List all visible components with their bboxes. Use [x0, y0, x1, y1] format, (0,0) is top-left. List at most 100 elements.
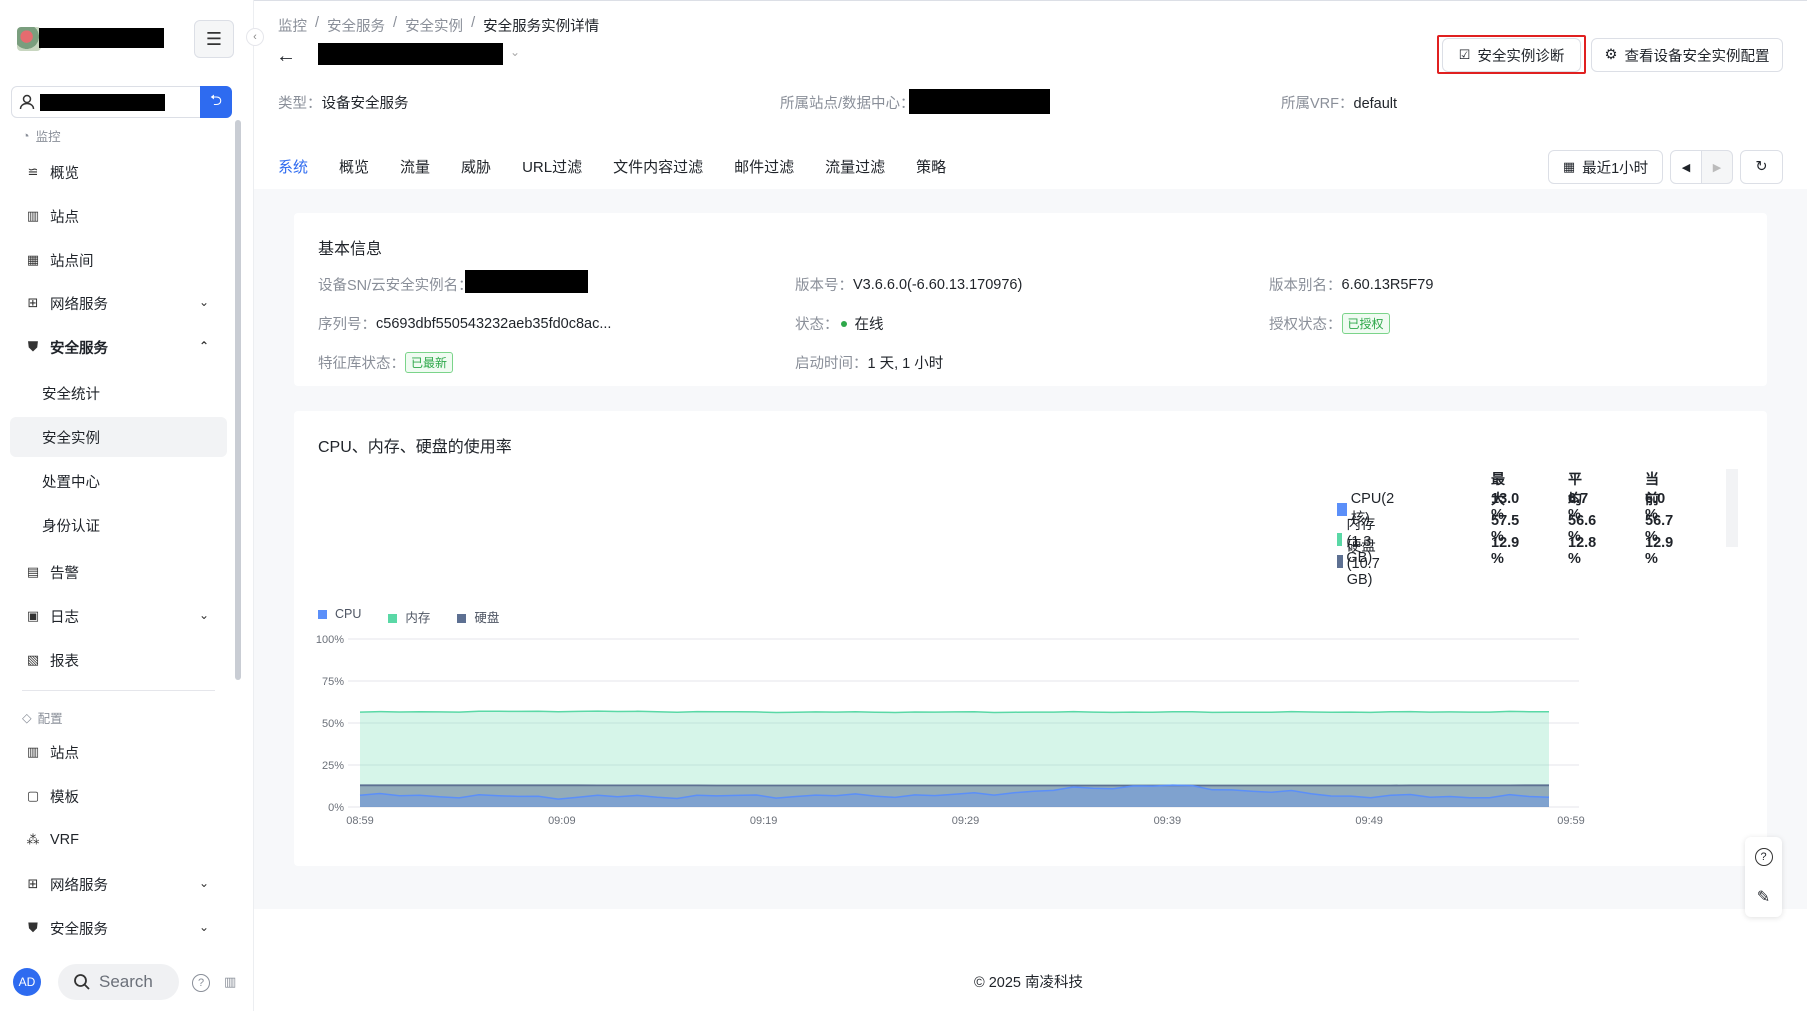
tab-threat[interactable]: 威胁	[461, 156, 491, 191]
nav-security-stats[interactable]: 安全统计	[10, 373, 227, 413]
alias-field: 版本别名： 6.60.13R5F79	[1269, 276, 1434, 295]
floating-toolbar: ? ✎	[1745, 837, 1782, 917]
tab-traffic[interactable]: 流量	[400, 156, 430, 191]
chevron-down-icon: ⌄	[198, 920, 209, 934]
tab-url-filter[interactable]: URL过滤	[522, 156, 582, 191]
tab-flow-filter[interactable]: 流量过滤	[825, 156, 885, 191]
y-tick-label: 25%	[322, 760, 344, 772]
nav-network-service[interactable]: ⊞ 网络服务 ⌄	[10, 283, 227, 323]
tab-overview[interactable]: 概览	[339, 156, 369, 191]
uptime-field: 启动时间： 1 天, 1 小时	[795, 356, 944, 372]
site-icon: ▥	[26, 208, 40, 223]
prev-time-button[interactable]: ◀	[1670, 150, 1702, 184]
serial-field: 序列号： c5693dbf550543232aeb35fd0c8ac...	[318, 315, 612, 334]
meta-vrf: 所属VRF：default	[1281, 96, 1398, 112]
highlight-box	[1437, 35, 1586, 74]
meta-site: 所属站点/数据中心：	[780, 96, 915, 112]
stats-row-disk: 硬盘(10.7 GB)	[1337, 535, 1387, 588]
disk-swatch	[1337, 555, 1343, 568]
refresh-icon: ↻	[1755, 159, 1768, 175]
help-icon[interactable]: ?	[1754, 847, 1773, 866]
breadcrumb-security-service[interactable]: 安全服务	[327, 15, 385, 36]
tab-mail-filter[interactable]: 邮件过滤	[734, 156, 794, 191]
section-config: ◇ 配置	[22, 711, 63, 726]
online-status-dot	[840, 320, 847, 327]
switch-icon: ⮌	[209, 91, 222, 109]
tab-system[interactable]: 系统	[278, 156, 309, 191]
usage-chart: 100% 75% 50% 25% 0%08:59 09:09 09:19 09:29 09:39…	[316, 634, 1585, 827]
usage-title: CPU、内存、硬盘的使用率	[318, 439, 512, 456]
view-config-button[interactable]: ⚙ 查看设备安全实例配置	[1591, 38, 1783, 72]
search-button[interactable]: Search	[58, 964, 179, 1000]
meta-type: 类型：设备安全服务	[278, 96, 409, 112]
tenant-selector[interactable]: ⮌	[11, 86, 232, 118]
sidebar-footer: AD Search ? ▥	[0, 952, 254, 1011]
avatar[interactable]: AD	[13, 968, 41, 996]
switch-tenant-button[interactable]: ⮌	[200, 86, 232, 118]
sidebar-scrollbar[interactable]	[235, 120, 241, 680]
nav-log[interactable]: ▣ 日志 ⌄	[10, 596, 227, 636]
nav-overview[interactable]: ≌ 概览	[10, 152, 227, 192]
time-range-button[interactable]: ▦ 最近1小时	[1548, 150, 1663, 184]
menu-toggle-button[interactable]: ☰	[194, 20, 234, 58]
usage-card: CPU、内存、硬盘的使用率 最大 平均 当前 CPU(2核) 13.0 % 6.…	[294, 411, 1767, 866]
nav-template[interactable]: ▢ 模板	[10, 776, 227, 816]
monitor-icon: ◔	[22, 128, 30, 143]
report-icon: ▧	[26, 652, 40, 667]
edit-icon[interactable]: ✎	[1757, 887, 1770, 907]
bar-chart-icon[interactable]: ▥	[224, 974, 236, 990]
network-icon: ⊞	[27, 876, 39, 891]
redacted-site	[909, 89, 1050, 114]
tab-file-filter[interactable]: 文件内容过滤	[613, 156, 703, 191]
nav-vrf[interactable]: ⁂ VRF	[10, 820, 227, 860]
y-tick-label: 50%	[322, 718, 344, 730]
nav-menu: ◔ 监控 ≌ 概览 ▥ 站点 ▦ 站点间 ⊞ 网络服务 ⌄ ⛊ 安全服务 ⌃ 安全统计 安全实例…	[0, 122, 245, 952]
redacted-instance-name[interactable]	[318, 43, 503, 65]
refresh-button[interactable]: ↻	[1740, 150, 1783, 184]
nav-security-service[interactable]: ⛊ 安全服务 ⌃	[10, 327, 227, 367]
nav-identity-auth[interactable]: 身份认证	[10, 505, 227, 545]
nav-config-security[interactable]: ⛊ 安全服务 ⌄	[10, 908, 227, 948]
y-tick-label: 0%	[328, 802, 344, 814]
nav-alarm[interactable]: ▤ 告警	[10, 552, 227, 592]
chevron-down-icon: ⌄	[198, 608, 209, 622]
overview-icon: ≌	[27, 164, 39, 179]
chevron-left-icon: ‹	[253, 31, 257, 43]
vrf-icon: ⁂	[26, 832, 40, 847]
sidebar: ☰ ‹ ⮌ ◔ 监控 ≌ 概览 ▥ 站点 ▦ 站点间 ⊞ 网络服务 ⌄ ⛊ 安全服务 ⌃ 安全统…	[0, 0, 264, 1011]
help-icon[interactable]: ?	[192, 974, 210, 992]
hamburger-icon: ☰	[205, 28, 223, 49]
alarm-icon: ▤	[26, 564, 40, 579]
caret-left-icon: ◀	[1681, 161, 1691, 174]
y-tick-label: 75%	[322, 676, 344, 688]
nav-disposal-center[interactable]: 处置中心	[10, 461, 227, 501]
breadcrumb-security-instance[interactable]: 安全实例	[405, 15, 463, 36]
back-arrow-icon[interactable]: ←	[276, 45, 296, 68]
shield-icon: ⛊	[28, 920, 38, 935]
gear-icon: ⚙	[1604, 47, 1618, 63]
breadcrumb-monitor[interactable]: 监控	[278, 15, 307, 36]
nav-config-site[interactable]: ▥ 站点	[10, 732, 227, 772]
chevron-down-icon[interactable]: ⌄	[510, 45, 520, 59]
search-icon	[74, 974, 90, 990]
disk-max: 12.9 %	[1491, 535, 1520, 567]
x-tick-label: 09:09	[548, 815, 576, 827]
basic-info-card: 基本信息 设备SN/云安全实例名： 版本号： V3.6.6.0(-6.60.13.…	[294, 213, 1767, 386]
signature-field: 特征库状态： 已最新	[318, 352, 454, 373]
chevron-down-icon: ⌄	[198, 295, 209, 309]
x-tick-label: 08:59	[346, 815, 374, 827]
nav-report[interactable]: ▧ 报表	[10, 640, 227, 680]
nav-inter-site[interactable]: ▦ 站点间	[10, 240, 227, 280]
stats-scrollbar[interactable]	[1726, 469, 1738, 547]
nav-config-network[interactable]: ⊞ 网络服务 ⌄	[10, 864, 227, 904]
nav-security-instance[interactable]: 安全实例	[10, 417, 227, 457]
shield-icon: ⛊	[28, 339, 38, 354]
tab-policy[interactable]: 策略	[916, 156, 946, 191]
tab-bar: 系统 概览 流量 威胁 URL过滤 文件内容过滤 邮件过滤 流量过滤 策略	[278, 156, 977, 191]
collapse-sidebar-button[interactable]: ‹	[246, 28, 264, 46]
status-field: 状态： 在线	[795, 317, 884, 333]
disk-avg: 12.8 %	[1568, 535, 1597, 567]
template-icon: ▢	[26, 788, 40, 803]
next-time-button[interactable]: ▶	[1701, 150, 1733, 184]
nav-site[interactable]: ▥ 站点	[10, 196, 227, 236]
